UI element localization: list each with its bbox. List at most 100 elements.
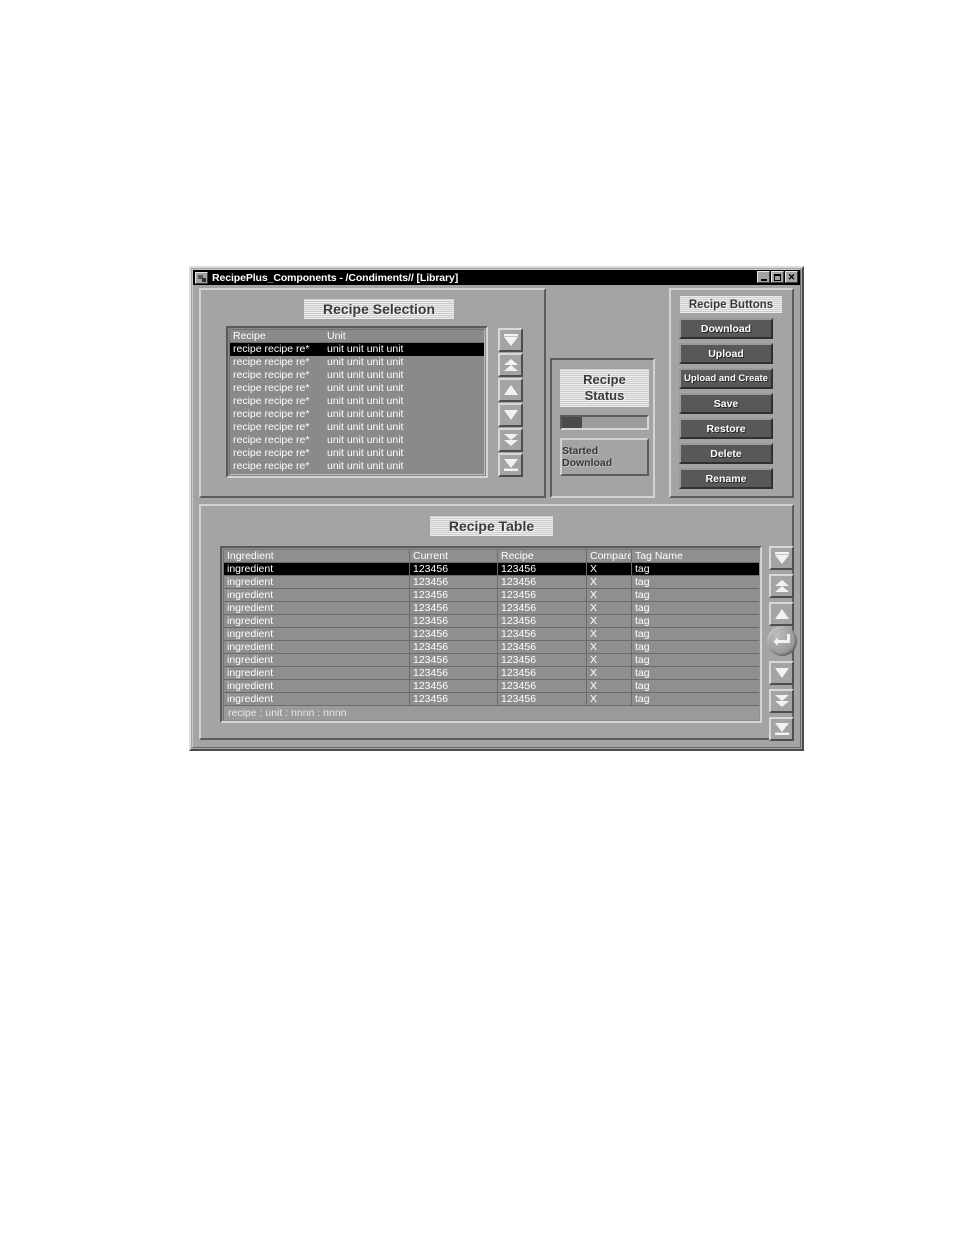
table-row[interactable]: ingredient 123456 123456 Xtag	[224, 576, 759, 589]
recipe-list[interactable]: Recipe Unit recipe recipe re* unit unit u…	[226, 326, 488, 478]
recipe-list-item[interactable]: recipe recipe re* unit unit unit unit	[230, 408, 484, 421]
recipe-list-item[interactable]: recipe recipe re* unit unit unit unit	[230, 369, 484, 382]
recipe-list-header: Recipe Unit	[230, 330, 484, 343]
recipe-table-scroll-bottom-button[interactable]	[769, 717, 794, 741]
cell-recipe-value: 123456	[498, 589, 587, 601]
cell-tag-name: tag	[635, 680, 650, 692]
cell-compare-flag: X	[587, 576, 632, 588]
recipe-list-item[interactable]: recipe recipe re* unit unit unit unit	[230, 434, 484, 447]
recipe-list-scroll-bottom-button[interactable]	[498, 453, 523, 477]
cell-ingredient: ingredient	[224, 641, 410, 653]
upload-and-create-button[interactable]: Upload and Create	[679, 368, 773, 389]
recipe-status-message: Started Download	[560, 438, 649, 476]
title-bar[interactable]: RecipePlus_Components - /Condiments// [L…	[193, 270, 800, 285]
table-row[interactable]: ingredient 123456 123456 Xtag	[224, 602, 759, 615]
recipe-status-progressbar	[560, 415, 649, 430]
cell-tag-name: tag	[635, 615, 650, 627]
cell-ingredient: ingredient	[224, 589, 410, 601]
recipe-table-scroll-down-button[interactable]	[769, 661, 794, 685]
cell-ingredient: ingredient	[224, 615, 410, 627]
cell-compare-flag: X	[587, 589, 632, 601]
recipe-list-item[interactable]: recipe recipe re* unit unit unit unit	[230, 382, 484, 395]
cell-compare-flag: X	[587, 641, 632, 653]
table-row[interactable]: ingredient 123456 123456 Xtag	[224, 563, 759, 576]
cell-compare-flag: X	[587, 654, 632, 666]
current-column-header: Current	[410, 550, 498, 562]
delete-button[interactable]: Delete	[679, 443, 773, 464]
restore-button[interactable]: Restore	[679, 418, 773, 439]
cell-recipe-value: 123456	[498, 654, 587, 666]
table-row[interactable]: ingredient 123456 123456 Xtag	[224, 680, 759, 693]
upload-button[interactable]: Upload	[679, 343, 773, 364]
cell-recipe-value: 123456	[498, 667, 587, 679]
recipe-list-item-name: recipe recipe re*	[233, 434, 310, 446]
recipe-list-item-unit: unit unit unit unit	[327, 408, 404, 420]
recipe-list-item-unit: unit unit unit unit	[327, 421, 404, 433]
unit-column-header: Unit	[327, 330, 346, 342]
progress-fill	[562, 417, 583, 428]
recipe-list-scroll-top-button[interactable]	[498, 328, 523, 352]
recipe-table[interactable]: Ingredient Current Recipe Compare Tag Na…	[220, 546, 762, 723]
recipe-list-body: recipe recipe re* unit unit unit unit reci…	[230, 343, 484, 473]
save-button[interactable]: Save	[679, 393, 773, 414]
minimize-button[interactable]	[757, 271, 770, 283]
table-row[interactable]: ingredient 123456 123456 Xtag	[224, 615, 759, 628]
table-row[interactable]: ingredient 123456 123456 Xtag	[224, 589, 759, 602]
table-row[interactable]: ingredient 123456 123456 Xtag	[224, 628, 759, 641]
scroll-down-icon	[773, 665, 791, 681]
recipe-table-enter-button[interactable]	[767, 626, 797, 656]
recipe-list-item-unit: unit unit unit unit	[327, 382, 404, 394]
cell-current-value: 123456	[410, 654, 498, 666]
recipe-list-item[interactable]: recipe recipe re* unit unit unit unit	[230, 421, 484, 434]
cell-recipe-value: 123456	[498, 641, 587, 653]
recipe-list-item[interactable]: recipe recipe re* unit unit unit unit	[230, 356, 484, 369]
recipe-list-scroll-down-button[interactable]	[498, 403, 523, 427]
cell-tag-name: tag	[635, 667, 650, 679]
recipe-table-viewport[interactable]: Ingredient Current Recipe Compare Tag Na…	[223, 549, 759, 720]
recipe-list-item-unit: unit unit unit unit	[327, 343, 404, 355]
recipe-table-scroll-up-button[interactable]	[769, 602, 794, 626]
application-window: RecipePlus_Components - /Condiments// [L…	[189, 266, 804, 751]
download-button[interactable]: Download	[679, 318, 773, 339]
maximize-icon	[774, 274, 781, 281]
cell-recipe-value: 123456	[498, 563, 587, 575]
cell-recipe-value: 123456	[498, 628, 587, 640]
cell-ingredient: ingredient	[224, 602, 410, 614]
cell-current-value: 123456	[410, 667, 498, 679]
recipe-list-item[interactable]: recipe recipe re* unit unit unit unit	[230, 447, 484, 460]
close-icon: ✕	[787, 272, 796, 282]
cell-tag-name: tag	[635, 576, 650, 588]
recipe-table-header: Ingredient Current Recipe Compare Tag Na…	[224, 550, 759, 563]
cell-recipe-value: 123456	[498, 680, 587, 692]
table-row[interactable]: ingredient 123456 123456 Xtag	[224, 641, 759, 654]
tag-name-column-header: Tag Name	[635, 550, 683, 562]
recipe-table-panel: Recipe Table Ingredient Current Recipe C…	[199, 504, 797, 741]
recipe-table-scroll-top-button[interactable]	[769, 546, 794, 570]
cell-ingredient: ingredient	[224, 563, 410, 575]
recipe-list-item[interactable]: recipe recipe re* unit unit unit unit	[230, 343, 484, 356]
recipe-list-scroll-up-button[interactable]	[498, 378, 523, 402]
table-row[interactable]: ingredient 123456 123456 Xtag	[224, 654, 759, 667]
rename-button[interactable]: Rename	[679, 468, 773, 489]
cell-recipe-value: 123456	[498, 615, 587, 627]
compare-column-header: Compare	[587, 550, 632, 562]
table-row[interactable]: ingredient 123456 123456 Xtag	[224, 693, 759, 706]
recipe-table-scroll-page-down-button[interactable]	[769, 689, 794, 713]
cell-compare-flag: X	[587, 693, 632, 705]
close-button[interactable]: ✕	[785, 271, 798, 283]
cell-current-value: 123456	[410, 563, 498, 575]
cell-ingredient: ingredient	[224, 576, 410, 588]
recipe-list-viewport[interactable]: Recipe Unit recipe recipe re* unit unit u…	[229, 329, 485, 475]
maximize-button[interactable]	[771, 271, 784, 283]
scroll-page-up-icon	[773, 578, 791, 594]
recipe-list-item[interactable]: recipe recipe re* unit unit unit unit	[230, 395, 484, 408]
table-row[interactable]: ingredient 123456 123456 Xtag	[224, 667, 759, 680]
recipe-table-scroll-page-up-button[interactable]	[769, 574, 794, 598]
scroll-up-icon	[773, 606, 791, 622]
recipe-list-item[interactable]: recipe recipe re* unit unit unit unit	[230, 460, 484, 473]
recipe-list-item-unit: unit unit unit unit	[327, 395, 404, 407]
recipe-list-scroll-page-down-button[interactable]	[498, 428, 523, 452]
cell-tag-name: tag	[635, 589, 650, 601]
recipe-list-scroll-page-up-button[interactable]	[498, 353, 523, 377]
cell-ingredient: ingredient	[224, 693, 410, 705]
